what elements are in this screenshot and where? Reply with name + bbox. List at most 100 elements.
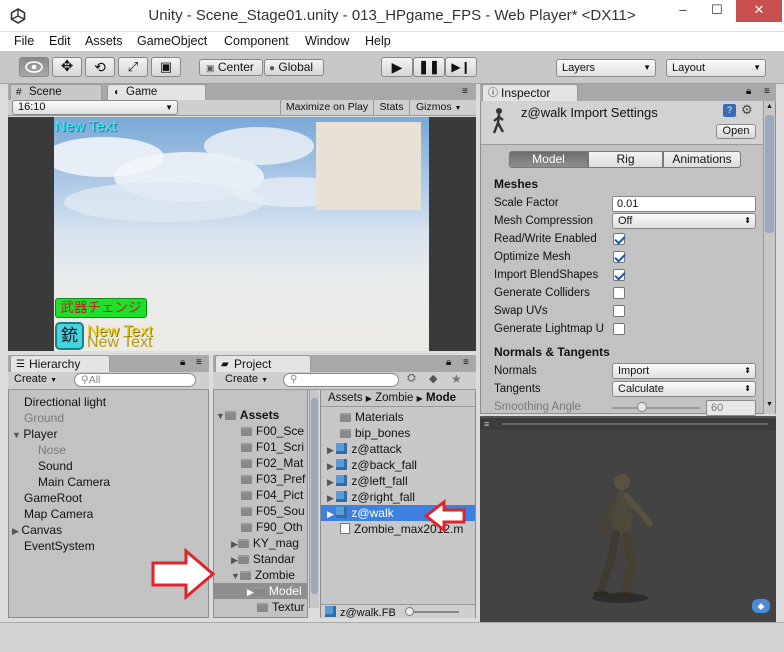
file-item[interactable]: Materials <box>340 410 404 424</box>
scale-factor-input[interactable]: 0.01 <box>612 196 756 212</box>
hierarchy-item[interactable]: Ground <box>24 411 64 425</box>
folder-item[interactable]: F05_Sou <box>241 504 305 518</box>
step-button[interactable]: ▶❙ <box>445 57 477 77</box>
gizmos-dropdown[interactable]: Gizmos ▼ <box>412 100 468 116</box>
menu-help[interactable]: Help <box>365 34 391 48</box>
folder-item[interactable]: F01_Scri <box>241 440 304 454</box>
gear-icon[interactable]: ⚙ <box>741 102 753 118</box>
lock-icon[interactable]: 🔒︎ <box>446 357 451 368</box>
preview-tag-icon[interactable]: ◆ <box>752 599 770 613</box>
hierarchy-item[interactable]: Nose <box>38 443 66 457</box>
hierarchy-item[interactable]: EventSystem <box>24 539 95 553</box>
aspect-dropdown[interactable]: 16:10 ▼ <box>12 100 178 115</box>
layers-dropdown[interactable]: Layers ▼ <box>556 59 656 77</box>
tab-project[interactable]: ▰ Project <box>215 355 311 372</box>
file-item[interactable]: ▶ z@attack <box>327 442 402 456</box>
read-write-checkbox[interactable] <box>613 233 625 245</box>
file-item-selected[interactable]: ▶ z@walk <box>327 506 394 520</box>
generate-colliders-checkbox[interactable] <box>613 287 625 299</box>
preview-header[interactable]: ≡ <box>480 416 776 430</box>
scale-tool-button[interactable]: ⤢ <box>118 57 148 77</box>
project-create-button[interactable]: Create ▼ <box>225 373 268 385</box>
optimize-mesh-checkbox[interactable] <box>613 251 625 263</box>
menu-window[interactable]: Window <box>305 34 349 48</box>
stats-toggle[interactable]: Stats <box>374 100 410 116</box>
open-button[interactable]: Open <box>716 124 756 139</box>
maximize-on-play-toggle[interactable]: Maximize on Play <box>280 100 374 116</box>
tab-hierarchy[interactable]: ☰ Hierarchy <box>10 355 110 372</box>
scroll-down-icon[interactable]: ▼ <box>766 401 773 408</box>
preview-viewport[interactable]: ◆ <box>480 430 776 622</box>
folder-item[interactable]: F90_Oth <box>241 520 303 534</box>
normals-dropdown[interactable]: Import ⬍ <box>612 363 756 379</box>
icon-size-slider[interactable] <box>409 611 459 613</box>
breadcrumb-item[interactable]: Mode <box>426 392 456 404</box>
folder-item[interactable]: ▼ Assets <box>216 408 279 422</box>
folder-item[interactable]: F00_Sce <box>241 424 304 438</box>
hierarchy-item[interactable]: ▼ Player <box>12 427 57 441</box>
folder-item[interactable]: F03_Pref <box>241 472 305 486</box>
tab-scene[interactable]: # Scene <box>10 84 102 100</box>
breadcrumb-item[interactable]: Zombie <box>375 392 413 404</box>
file-item[interactable]: ▶ z@back_fall <box>327 458 417 472</box>
file-item[interactable]: ▶ z@left_fall <box>327 474 408 488</box>
gun-icon[interactable]: 銃 <box>55 322 84 350</box>
breadcrumb-item[interactable]: Assets <box>328 392 363 404</box>
game-view[interactable]: New Text 武器チェンジ 銃 New Text New Text <box>8 117 476 351</box>
play-button[interactable]: ▶ <box>381 57 413 77</box>
pivot-center-button[interactable]: ▣ Center <box>199 59 263 76</box>
folder-item[interactable]: ▼ Zombie <box>231 568 295 582</box>
menu-edit[interactable]: Edit <box>49 34 71 48</box>
file-item[interactable]: ▶ z@right_fall <box>327 490 415 504</box>
smoothing-angle-slider[interactable] <box>612 407 700 409</box>
panel-menu-icon[interactable]: ≡ <box>463 357 469 368</box>
tab-rig[interactable]: Rig <box>588 151 663 168</box>
star-icon[interactable]: ★ <box>451 372 462 386</box>
slider-handle[interactable] <box>637 402 647 412</box>
tab-model[interactable]: Model <box>509 151 588 168</box>
hierarchy-search-input[interactable]: ⚲All <box>74 373 196 387</box>
menu-file[interactable]: File <box>14 34 34 48</box>
preview-timeline[interactable] <box>502 423 768 425</box>
menu-assets[interactable]: Assets <box>85 34 123 48</box>
folder-item-selected[interactable]: ▶ Model <box>247 584 302 598</box>
scroll-up-icon[interactable]: ▲ <box>766 103 773 110</box>
hierarchy-item[interactable]: Sound <box>38 459 73 473</box>
folder-tree-scrollbar[interactable] <box>309 390 319 608</box>
rect-tool-button[interactable]: ▣ <box>151 57 181 77</box>
panel-menu-icon[interactable]: ≡ <box>764 86 770 97</box>
menu-component[interactable]: Component <box>224 34 289 48</box>
weapon-change-button[interactable]: 武器チェンジ <box>55 298 147 318</box>
tab-game[interactable]: ◖ Game <box>107 84 206 100</box>
folder-item[interactable]: Textur <box>257 600 305 614</box>
lock-icon[interactable]: 🔒︎ <box>746 86 751 97</box>
panel-menu-icon[interactable]: ≡ <box>462 86 468 97</box>
close-button[interactable]: ✕ <box>736 0 782 22</box>
hierarchy-item[interactable]: Directional light <box>24 395 106 409</box>
smoothing-angle-input[interactable]: 60 <box>706 400 756 416</box>
maximize-button[interactable]: ☐ <box>700 0 734 22</box>
help-book-icon[interactable]: ? <box>723 104 736 117</box>
scrollbar-thumb[interactable] <box>765 115 774 233</box>
import-blendshapes-checkbox[interactable] <box>613 269 625 281</box>
pause-button[interactable]: ❚❚ <box>413 57 445 77</box>
hierarchy-item[interactable]: Main Camera <box>38 475 110 489</box>
tangents-dropdown[interactable]: Calculate ⬍ <box>612 381 756 397</box>
filter-type-icon[interactable]: ⛭ <box>407 372 416 385</box>
lock-icon[interactable]: 🔒︎ <box>180 357 185 368</box>
menu-gameobject[interactable]: GameObject <box>137 34 207 48</box>
hierarchy-item[interactable]: Map Camera <box>24 507 93 521</box>
folder-item[interactable]: ▶ KY_mag <box>231 536 299 550</box>
timeline-icon[interactable]: ≡ <box>484 419 489 429</box>
swap-uvs-checkbox[interactable] <box>613 305 625 317</box>
tab-animations[interactable]: Animations <box>663 151 741 168</box>
folder-item[interactable]: F02_Mat <box>241 456 303 470</box>
generate-lightmap-checkbox[interactable] <box>613 323 625 335</box>
folder-item[interactable]: F04_Pict <box>241 488 303 502</box>
panel-menu-icon[interactable]: ≡ <box>196 357 202 368</box>
project-search-input[interactable]: ⚲ <box>283 373 399 387</box>
tab-inspector[interactable]: ⓘ Inspector <box>482 84 578 101</box>
minimize-button[interactable]: – <box>666 0 700 22</box>
hierarchy-item[interactable]: ▶ Canvas <box>12 523 62 537</box>
move-tool-button[interactable]: ✥ <box>52 57 82 77</box>
